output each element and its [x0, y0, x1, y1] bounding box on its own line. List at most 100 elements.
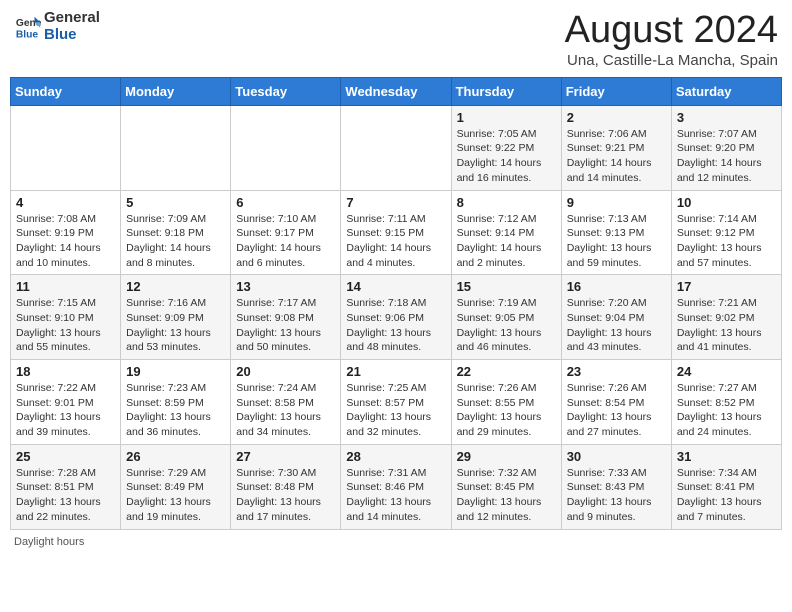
week-row-4: 18Sunrise: 7:22 AM Sunset: 9:01 PM Dayli…	[11, 360, 782, 445]
logo-text-general: General	[44, 10, 100, 27]
day-number: 3	[677, 110, 776, 125]
day-info: Sunrise: 7:06 AM Sunset: 9:21 PM Dayligh…	[567, 127, 666, 186]
day-number: 26	[126, 449, 225, 464]
day-info: Sunrise: 7:30 AM Sunset: 8:48 PM Dayligh…	[236, 466, 335, 525]
calendar-cell: 30 Sunrise: 7:33 AM Sunset: 8:43 PM Dayli…	[561, 444, 671, 529]
day-number: 30	[567, 449, 666, 464]
day-number: 20	[236, 364, 335, 379]
day-number: 14	[346, 279, 445, 294]
day-number: 6	[236, 195, 335, 210]
calendar-cell: 10 Sunrise: 7:14 AM Sunset: 9:12 PM Dayli…	[671, 190, 781, 275]
calendar-cell	[121, 105, 231, 190]
day-info: Sunrise: 7:27 AM Sunset: 8:52 PM Dayligh…	[677, 381, 776, 440]
calendar-cell: 7Sunrise: 7:11 AM Sunset: 9:15 PM Daylig…	[341, 190, 451, 275]
calendar-cell: 28 Sunrise: 7:31 AM Sunset: 8:46 PM Dayli…	[341, 444, 451, 529]
day-info: Sunrise: 7:22 AM Sunset: 9:01 PM Dayligh…	[16, 381, 115, 440]
week-row-3: 11 Sunrise: 7:15 AM Sunset: 9:10 PM Dayli…	[11, 275, 782, 360]
day-number: 16	[567, 279, 666, 294]
calendar-table: SundayMondayTuesdayWednesdayThursdayFrid…	[10, 77, 782, 530]
day-info: Sunrise: 7:26 AM Sunset: 8:55 PM Dayligh…	[457, 381, 556, 440]
day-info: Sunrise: 7:09 AM Sunset: 9:18 PM Dayligh…	[126, 212, 225, 271]
calendar-cell: 20Sunrise: 7:24 AM Sunset: 8:58 PM Dayli…	[231, 360, 341, 445]
day-info: Sunrise: 7:15 AM Sunset: 9:10 PM Dayligh…	[16, 296, 115, 355]
column-header-friday: Friday	[561, 77, 671, 105]
week-row-2: 4 Sunrise: 7:08 AM Sunset: 9:19 PM Daylig…	[11, 190, 782, 275]
day-number: 5	[126, 195, 225, 210]
calendar-cell: 2Sunrise: 7:06 AM Sunset: 9:21 PM Daylig…	[561, 105, 671, 190]
svg-text:Blue: Blue	[16, 29, 39, 40]
day-number: 21	[346, 364, 445, 379]
day-info: Sunrise: 7:14 AM Sunset: 9:12 PM Dayligh…	[677, 212, 776, 271]
day-info: Sunrise: 7:26 AM Sunset: 8:54 PM Dayligh…	[567, 381, 666, 440]
day-number: 11	[16, 279, 115, 294]
day-info: Sunrise: 7:10 AM Sunset: 9:17 PM Dayligh…	[236, 212, 335, 271]
day-number: 31	[677, 449, 776, 464]
calendar-cell	[341, 105, 451, 190]
day-info: Sunrise: 7:19 AM Sunset: 9:05 PM Dayligh…	[457, 296, 556, 355]
calendar-body: 1Sunrise: 7:05 AM Sunset: 9:22 PM Daylig…	[11, 105, 782, 529]
day-info: Sunrise: 7:23 AM Sunset: 8:59 PM Dayligh…	[126, 381, 225, 440]
calendar-cell: 6 Sunrise: 7:10 AM Sunset: 9:17 PM Daylig…	[231, 190, 341, 275]
column-header-sunday: Sunday	[11, 77, 121, 105]
day-number: 1	[457, 110, 556, 125]
day-number: 15	[457, 279, 556, 294]
calendar-cell: 22 Sunrise: 7:26 AM Sunset: 8:55 PM Dayli…	[451, 360, 561, 445]
calendar-cell	[11, 105, 121, 190]
day-number: 29	[457, 449, 556, 464]
calendar-cell: 15 Sunrise: 7:19 AM Sunset: 9:05 PM Dayli…	[451, 275, 561, 360]
column-header-tuesday: Tuesday	[231, 77, 341, 105]
calendar-cell: 17 Sunrise: 7:21 AM Sunset: 9:02 PM Dayli…	[671, 275, 781, 360]
calendar-cell: 29Sunrise: 7:32 AM Sunset: 8:45 PM Dayli…	[451, 444, 561, 529]
subtitle: Una, Castille-La Mancha, Spain	[565, 52, 778, 69]
calendar-cell: 14 Sunrise: 7:18 AM Sunset: 9:06 PM Dayli…	[341, 275, 451, 360]
day-number: 12	[126, 279, 225, 294]
title-area: August 2024 Una, Castille-La Mancha, Spa…	[565, 10, 778, 69]
column-header-saturday: Saturday	[671, 77, 781, 105]
day-info: Sunrise: 7:11 AM Sunset: 9:15 PM Dayligh…	[346, 212, 445, 271]
day-number: 4	[16, 195, 115, 210]
page-header: General Blue General Blue August 2024 Un…	[10, 10, 782, 69]
day-info: Sunrise: 7:08 AM Sunset: 9:19 PM Dayligh…	[16, 212, 115, 271]
logo-text-blue: Blue	[44, 27, 100, 44]
calendar-cell: 19Sunrise: 7:23 AM Sunset: 8:59 PM Dayli…	[121, 360, 231, 445]
calendar-cell: 8Sunrise: 7:12 AM Sunset: 9:14 PM Daylig…	[451, 190, 561, 275]
day-number: 23	[567, 364, 666, 379]
main-title: August 2024	[565, 10, 778, 52]
day-number: 10	[677, 195, 776, 210]
day-info: Sunrise: 7:18 AM Sunset: 9:06 PM Dayligh…	[346, 296, 445, 355]
calendar-cell: 11 Sunrise: 7:15 AM Sunset: 9:10 PM Dayli…	[11, 275, 121, 360]
calendar-cell: 21 Sunrise: 7:25 AM Sunset: 8:57 PM Dayli…	[341, 360, 451, 445]
calendar-cell: 18Sunrise: 7:22 AM Sunset: 9:01 PM Dayli…	[11, 360, 121, 445]
day-info: Sunrise: 7:16 AM Sunset: 9:09 PM Dayligh…	[126, 296, 225, 355]
day-number: 13	[236, 279, 335, 294]
day-number: 25	[16, 449, 115, 464]
day-number: 8	[457, 195, 556, 210]
calendar-cell: 9 Sunrise: 7:13 AM Sunset: 9:13 PM Daylig…	[561, 190, 671, 275]
column-header-thursday: Thursday	[451, 77, 561, 105]
week-row-1: 1Sunrise: 7:05 AM Sunset: 9:22 PM Daylig…	[11, 105, 782, 190]
day-info: Sunrise: 7:31 AM Sunset: 8:46 PM Dayligh…	[346, 466, 445, 525]
day-info: Sunrise: 7:34 AM Sunset: 8:41 PM Dayligh…	[677, 466, 776, 525]
calendar-cell: 25Sunrise: 7:28 AM Sunset: 8:51 PM Dayli…	[11, 444, 121, 529]
calendar-cell: 5 Sunrise: 7:09 AM Sunset: 9:18 PM Daylig…	[121, 190, 231, 275]
calendar-cell: 13 Sunrise: 7:17 AM Sunset: 9:08 PM Dayli…	[231, 275, 341, 360]
day-number: 22	[457, 364, 556, 379]
calendar-cell: 16 Sunrise: 7:20 AM Sunset: 9:04 PM Dayli…	[561, 275, 671, 360]
calendar-cell: 24Sunrise: 7:27 AM Sunset: 8:52 PM Dayli…	[671, 360, 781, 445]
day-number: 28	[346, 449, 445, 464]
week-row-5: 25Sunrise: 7:28 AM Sunset: 8:51 PM Dayli…	[11, 444, 782, 529]
day-info: Sunrise: 7:29 AM Sunset: 8:49 PM Dayligh…	[126, 466, 225, 525]
day-info: Sunrise: 7:20 AM Sunset: 9:04 PM Dayligh…	[567, 296, 666, 355]
day-info: Sunrise: 7:33 AM Sunset: 8:43 PM Dayligh…	[567, 466, 666, 525]
day-number: 17	[677, 279, 776, 294]
calendar-header-row: SundayMondayTuesdayWednesdayThursdayFrid…	[11, 77, 782, 105]
calendar-cell	[231, 105, 341, 190]
day-info: Sunrise: 7:13 AM Sunset: 9:13 PM Dayligh…	[567, 212, 666, 271]
day-info: Sunrise: 7:17 AM Sunset: 9:08 PM Dayligh…	[236, 296, 335, 355]
calendar-cell: 23 Sunrise: 7:26 AM Sunset: 8:54 PM Dayli…	[561, 360, 671, 445]
column-header-wednesday: Wednesday	[341, 77, 451, 105]
day-info: Sunrise: 7:21 AM Sunset: 9:02 PM Dayligh…	[677, 296, 776, 355]
day-info: Sunrise: 7:25 AM Sunset: 8:57 PM Dayligh…	[346, 381, 445, 440]
day-number: 9	[567, 195, 666, 210]
calendar-cell: 1Sunrise: 7:05 AM Sunset: 9:22 PM Daylig…	[451, 105, 561, 190]
